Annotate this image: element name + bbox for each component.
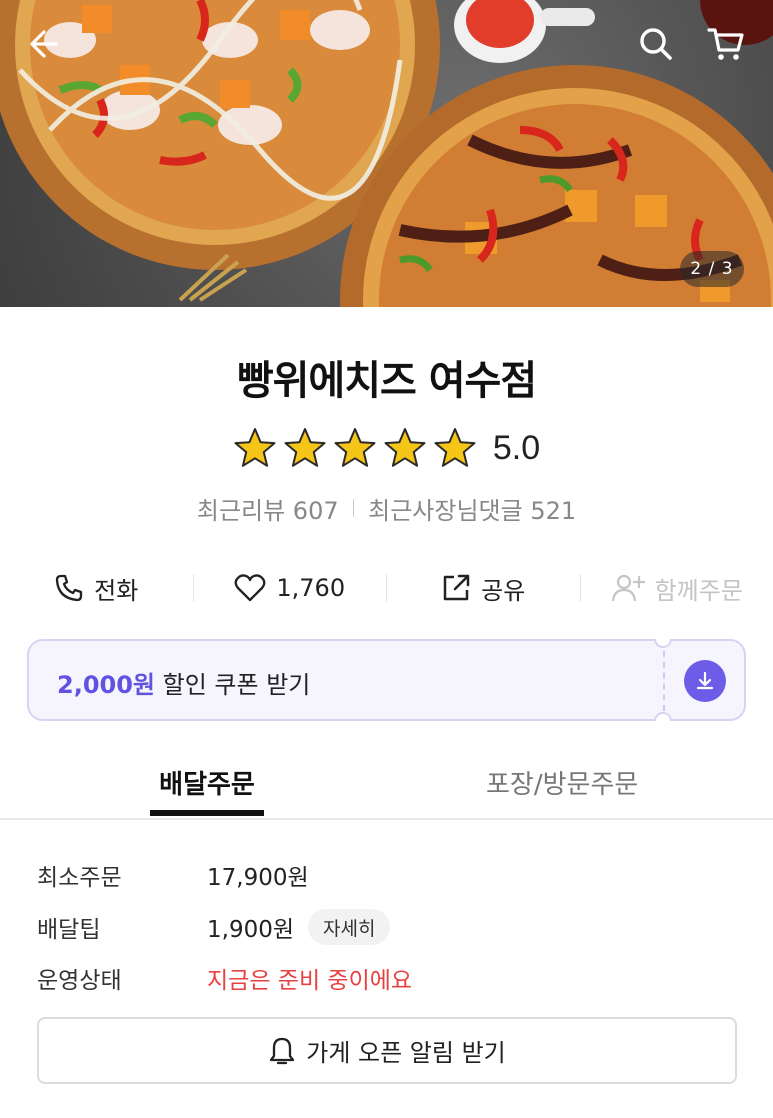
recent-reviews[interactable]: 최근리뷰 607	[197, 491, 339, 526]
download-icon	[696, 671, 714, 690]
group-order-label: 함께주문	[654, 576, 743, 605]
min-order-value: 17,900원	[207, 865, 309, 891]
active-tab-indicator	[150, 810, 264, 816]
star-icon	[334, 428, 376, 467]
coupon-description: 할인 쿠폰 받기	[155, 671, 311, 699]
ticket-notch	[654, 639, 672, 648]
ticket-divider	[663, 651, 665, 711]
hero-image[interactable]: 2 / 3	[0, 0, 773, 307]
divider	[352, 499, 355, 517]
recent-owner-replies[interactable]: 최근사장님댓글 521	[368, 491, 576, 526]
delivery-tip-detail-button[interactable]: 자세히	[308, 909, 391, 945]
open-notification-button[interactable]: 가게 오픈 알림 받기	[37, 1017, 737, 1084]
tab-pickup-order[interactable]: 포장/방문주문	[486, 764, 638, 801]
delivery-tip-value: 1,900원	[207, 917, 295, 943]
open-notification-label: 가게 오픈 알림 받기	[306, 1039, 506, 1067]
status-row: 운영상태 지금은 준비 중이에요	[37, 958, 412, 998]
rating-value: 5.0	[492, 428, 541, 467]
share-button[interactable]: 공유	[387, 571, 580, 606]
like-count: 1,760	[276, 574, 346, 602]
tab-delivery-order[interactable]: 배달주문	[150, 764, 264, 801]
share-label: 공유	[481, 576, 526, 605]
phone-icon	[56, 574, 83, 602]
coupon-download-button[interactable]	[684, 660, 726, 702]
search-button[interactable]	[634, 22, 678, 66]
ticket-notch	[654, 712, 672, 721]
delivery-tip-row: 배달팁 1,900원 자세히	[37, 907, 391, 947]
store-actions: 전화 1,760 공유 함께주문	[0, 560, 773, 616]
review-stats: 최근리뷰 607 최근사장님댓글 521	[0, 490, 773, 526]
delivery-tip-label: 배달팁	[37, 917, 101, 943]
group-order-button[interactable]: 함께주문	[581, 571, 773, 606]
share-icon	[443, 574, 470, 601]
bell-icon	[270, 1037, 295, 1064]
star-icon	[234, 428, 276, 467]
like-button[interactable]: 1,760	[194, 573, 387, 603]
order-type-tabs: 배달주문 포장/방문주문	[0, 756, 773, 820]
min-order-row: 최소주문 17,900원	[37, 855, 309, 895]
rating-stars	[233, 426, 477, 470]
status-label: 운영상태	[37, 968, 122, 994]
cart-icon	[707, 28, 744, 60]
rating-row: 5.0	[0, 422, 773, 474]
star-icon	[384, 428, 426, 467]
star-icon	[284, 428, 326, 467]
add-person-icon	[611, 574, 645, 602]
star-icon	[434, 428, 476, 467]
image-page-indicator: 2 / 3	[680, 251, 744, 287]
heart-icon	[234, 574, 266, 602]
coupon-text: 2,000원 할인 쿠폰 받기	[57, 665, 310, 700]
store-name: 빵위에치즈 여수점	[236, 358, 537, 404]
min-order-label: 최소주문	[37, 865, 122, 891]
cart-button[interactable]	[704, 22, 748, 66]
status-value: 지금은 준비 중이에요	[207, 968, 413, 994]
call-label: 전화	[94, 576, 139, 605]
coupon-banner[interactable]: 2,000원 할인 쿠폰 받기	[27, 639, 746, 721]
back-arrow-icon	[30, 30, 58, 58]
search-icon	[640, 28, 672, 60]
call-button[interactable]: 전화	[0, 571, 193, 606]
coupon-amount: 2,000원	[57, 671, 155, 699]
back-button[interactable]	[20, 22, 64, 66]
